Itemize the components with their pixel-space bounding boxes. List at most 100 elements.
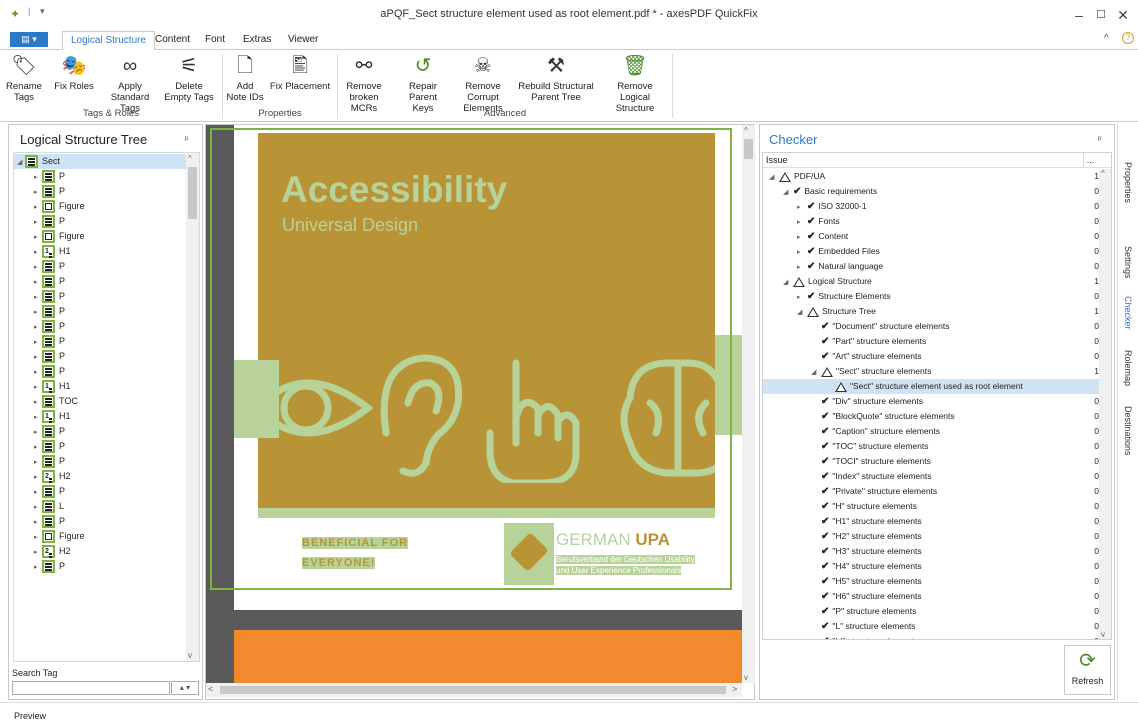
checker-column-header[interactable]: Issue ... bbox=[763, 153, 1111, 168]
tree-item-h2[interactable]: ▸ 2 H2 bbox=[14, 469, 199, 484]
checker-row[interactable]: ✔ "H4" structure elements 0 bbox=[763, 559, 1099, 574]
side-tab-rolemap[interactable]: Rolemap bbox=[1123, 350, 1133, 386]
scroll-down-icon[interactable]: v bbox=[188, 651, 192, 660]
checker-row[interactable]: ▸ ✔ ISO 32000-1 0 bbox=[763, 199, 1099, 214]
expand-closed-icon[interactable]: ▸ bbox=[34, 200, 42, 215]
tree-item-p[interactable]: ▸ P bbox=[14, 289, 199, 304]
tree-item-p[interactable]: ▸ P bbox=[14, 184, 199, 199]
expand-closed-icon[interactable]: ▸ bbox=[34, 335, 42, 350]
column-menu-button[interactable]: ... bbox=[1083, 153, 1097, 168]
tree-item-p[interactable]: ▸ P bbox=[14, 334, 199, 349]
repair-parent-keys-button[interactable]: ↺ Repair Parent Keys bbox=[398, 54, 448, 114]
expand-closed-icon[interactable]: ▸ bbox=[34, 545, 42, 560]
fix-placement-button[interactable]: 🖺 Fix Placement bbox=[268, 54, 332, 92]
tree-item-sect[interactable]: ◢ Sect bbox=[14, 154, 199, 169]
expand-closed-icon[interactable]: ▸ bbox=[34, 365, 42, 380]
expand-closed-icon[interactable]: ▸ bbox=[34, 170, 42, 185]
checker-row[interactable]: ✔ "BlockQuote" structure elements 0 bbox=[763, 409, 1099, 424]
checker-row[interactable]: ✔ "Private" structure elements 0 bbox=[763, 484, 1099, 499]
viewer-vscrollbar-thumb[interactable] bbox=[744, 139, 753, 159]
checker-row[interactable]: ✔ "H2" structure elements 0 bbox=[763, 529, 1099, 544]
tree-item-p[interactable]: ▸ P bbox=[14, 559, 199, 574]
expand-closed-icon[interactable]: ▸ bbox=[797, 215, 807, 230]
tree-item-h2[interactable]: ▸ 2 H2 bbox=[14, 544, 199, 559]
checker-row[interactable]: ▸ ✔ Fonts 0 bbox=[763, 214, 1099, 229]
document-viewer[interactable]: Accessibility Universal Design BENEFICIA… bbox=[205, 124, 755, 700]
scroll-left-icon[interactable]: < bbox=[208, 684, 213, 694]
scroll-up-icon[interactable]: ^ bbox=[744, 126, 748, 135]
expand-closed-icon[interactable]: ▸ bbox=[797, 260, 807, 275]
expand-closed-icon[interactable]: ▸ bbox=[34, 440, 42, 455]
fix-roles-button[interactable]: 🎭 Fix Roles bbox=[54, 54, 94, 92]
tree-item-p[interactable]: ▸ P bbox=[14, 214, 199, 229]
expand-open-icon[interactable]: ◢ bbox=[811, 365, 821, 380]
expand-open-icon[interactable]: ◢ bbox=[17, 155, 25, 170]
expand-closed-icon[interactable]: ▸ bbox=[34, 500, 42, 515]
checker-row[interactable]: ✔ "TOC" structure elements 0 bbox=[763, 439, 1099, 454]
side-tab-destinations[interactable]: Destinations bbox=[1123, 406, 1133, 456]
expand-closed-icon[interactable]: ▸ bbox=[34, 485, 42, 500]
tree-scrollbar[interactable]: ^ v bbox=[186, 153, 199, 661]
tree-item-p[interactable]: ▸ P bbox=[14, 439, 199, 454]
expand-closed-icon[interactable]: ▸ bbox=[34, 395, 42, 410]
checker-row[interactable]: ✔ "H3" structure elements 0 bbox=[763, 544, 1099, 559]
checker-row[interactable]: ▸ ✔ Natural language 0 bbox=[763, 259, 1099, 274]
tree-item-p[interactable]: ▸ P bbox=[14, 364, 199, 379]
checker-row[interactable]: ✔ "Div" structure elements 0 bbox=[763, 394, 1099, 409]
add-note-ids-button[interactable]: 🗋 Add Note IDs bbox=[226, 54, 264, 103]
tree-item-h1[interactable]: ▸ 1 H1 bbox=[14, 409, 199, 424]
remove-broken-mcrs-button[interactable]: ⚯ Remove broken MCRs bbox=[340, 54, 388, 114]
checker-row[interactable]: "Sect" structure element used as root el… bbox=[763, 379, 1099, 394]
checker-row[interactable]: ✔ "H5" structure elements 0 bbox=[763, 574, 1099, 589]
help-icon[interactable]: ? bbox=[1122, 32, 1134, 44]
tab-content[interactable]: Content bbox=[155, 34, 190, 45]
tree-item-p[interactable]: ▸ P bbox=[14, 424, 199, 439]
side-tab-checker[interactable]: Checker bbox=[1123, 296, 1133, 330]
checker-row[interactable]: ✔ "Part" structure elements 0 bbox=[763, 334, 1099, 349]
checker-row[interactable]: ✔"LI" structure elements 0 bbox=[763, 634, 1099, 639]
tab-font[interactable]: Font bbox=[205, 34, 225, 45]
checker-row[interactable]: ▸ ✔ Structure Elements 0 bbox=[763, 289, 1099, 304]
expand-closed-icon[interactable]: ▸ bbox=[34, 230, 42, 245]
viewer-hscrollbar[interactable]: < > bbox=[206, 683, 742, 697]
tree-item-p[interactable]: ▸ P bbox=[14, 349, 199, 364]
expand-closed-icon[interactable]: ▸ bbox=[34, 470, 42, 485]
remove-corrupt-elements-button[interactable]: ☠ Remove Corrupt Elements bbox=[454, 54, 512, 114]
expand-closed-icon[interactable]: ▸ bbox=[34, 305, 42, 320]
checker-row[interactable]: ▸ ✔ Content 0 bbox=[763, 229, 1099, 244]
tree-item-figure[interactable]: ▸ Figure bbox=[14, 229, 199, 244]
apply-standard-tags-button[interactable]: ∞ Apply Standard Tags bbox=[100, 54, 160, 114]
side-tab-properties[interactable]: Properties bbox=[1123, 162, 1133, 203]
checker-tree[interactable]: Issue ... ◢ PDF/UA 1 ◢ ✔ Basic requirements 0 ▸… bbox=[762, 152, 1112, 640]
expand-closed-icon[interactable]: ▸ bbox=[34, 215, 42, 230]
checker-scrollbar[interactable]: ^ v bbox=[1099, 169, 1111, 639]
tree-item-toc[interactable]: ▸ TOC bbox=[14, 394, 199, 409]
file-menu-button[interactable]: ▤ ▾ bbox=[10, 32, 48, 47]
tree-item-p[interactable]: ▸ P bbox=[14, 169, 199, 184]
structure-tree[interactable]: ◢ Sect ▸ P ▸ P ▸ Figure ▸ P ▸ Figure ▸ 1 H1 ▸ P ▸ P ▸ P ▸ P ▸ P ▸… bbox=[13, 152, 200, 662]
checker-row[interactable]: ◢ Structure Tree 1 bbox=[763, 304, 1099, 319]
expand-closed-icon[interactable]: ▸ bbox=[34, 245, 42, 260]
tree-item-h1[interactable]: ▸ 1 H1 bbox=[14, 244, 199, 259]
expand-open-icon[interactable]: ◢ bbox=[797, 305, 807, 320]
checker-row[interactable]: ✔ "Caption" structure elements 0 bbox=[763, 424, 1099, 439]
expand-closed-icon[interactable]: ▸ bbox=[34, 560, 42, 575]
remove-logical-structure-button[interactable]: 🗑 Remove Logical Structure bbox=[602, 54, 668, 114]
rebuild-parent-tree-button[interactable]: ⚒ Rebuild Structural Parent Tree bbox=[514, 54, 598, 103]
viewer-vscrollbar[interactable]: ^ v bbox=[742, 125, 755, 683]
collapse-ribbon-icon[interactable]: ^ bbox=[1104, 33, 1109, 44]
expand-closed-icon[interactable]: ▸ bbox=[34, 380, 42, 395]
tree-item-p[interactable]: ▸ P bbox=[14, 484, 199, 499]
checker-row[interactable]: ✔ "Art" structure elements 0 bbox=[763, 349, 1099, 364]
checker-row[interactable]: ✔ "P" structure elements 0 bbox=[763, 604, 1099, 619]
tree-item-p[interactable]: ▸ P bbox=[14, 319, 199, 334]
scroll-up-icon[interactable]: ^ bbox=[1101, 169, 1105, 178]
tree-item-h1[interactable]: ▸ 1 H1 bbox=[14, 379, 199, 394]
expand-closed-icon[interactable]: ▸ bbox=[797, 245, 807, 260]
checker-row[interactable]: ✔ "H6" structure elements 0 bbox=[763, 589, 1099, 604]
scroll-down-icon[interactable]: v bbox=[744, 673, 748, 682]
checker-row[interactable]: ◢ ✔ Basic requirements 0 bbox=[763, 184, 1099, 199]
search-spinner-icon[interactable]: ▴ ▾ bbox=[171, 681, 199, 695]
expand-open-icon[interactable]: ◢ bbox=[783, 185, 793, 200]
scroll-down-icon[interactable]: v bbox=[1101, 630, 1105, 639]
